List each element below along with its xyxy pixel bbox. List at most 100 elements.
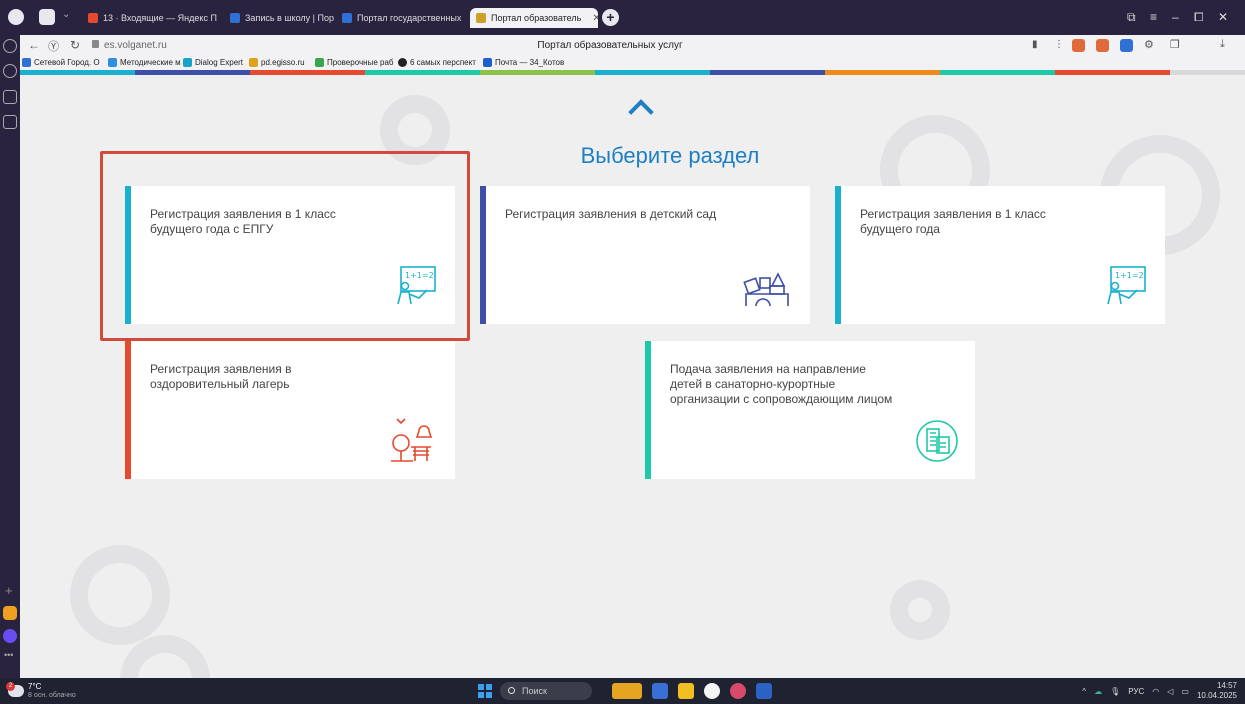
selection-highlight [100, 151, 470, 341]
bookmark-item[interactable]: Почта — 34_Котов [483, 58, 564, 67]
wifi-icon[interactable]: ◠ [1152, 687, 1159, 696]
tablet-icon[interactable] [652, 683, 668, 699]
camp-icon [391, 418, 433, 462]
cloud-icon: 2 [6, 682, 24, 697]
collections-icon[interactable]: ❐ [1170, 38, 1180, 51]
url-text[interactable]: es.volganet.ru [104, 40, 167, 51]
weather-widget[interactable]: 2 7°C 8 осн. облачно [6, 682, 76, 700]
download-icon[interactable]: ⤓ [1220, 38, 1225, 51]
lock-icon [92, 40, 99, 48]
teacher-board-icon: 1+1=2 [1107, 266, 1146, 305]
tab-edu-portal[interactable]: Портал образователь ✕ [470, 8, 598, 28]
browser-tab-bar: ⌄ 13 · Входящие — Яндекс П Запись в школ… [0, 0, 1245, 35]
card-accent [835, 186, 841, 324]
chevron-up-icon[interactable]: ^ [1082, 687, 1086, 696]
card-sanatorium[interactable]: Подача заявления на направление детей в … [645, 341, 975, 479]
target-app-icon[interactable] [730, 683, 746, 699]
new-tab-button[interactable]: + [602, 9, 619, 26]
document-building-icon [916, 420, 958, 462]
search-input[interactable]: Поиск [500, 682, 592, 700]
bookmark-icon[interactable]: ▮ [1032, 39, 1038, 50]
weather-temp: 7°C [28, 682, 42, 691]
section-heading: Выберите раздел [580, 143, 760, 168]
emblem-icon [476, 13, 486, 23]
toy-blocks-icon [743, 272, 789, 307]
back-icon[interactable]: ← [28, 38, 40, 52]
page-title: Портал образовательных услуг [537, 40, 683, 51]
extensions-icon[interactable]: ⚙ [1144, 38, 1154, 51]
screenshot-icon[interactable] [3, 115, 17, 129]
close-icon[interactable]: ✕ [592, 13, 598, 24]
bookmark-icon [315, 58, 324, 67]
windows-start-icon[interactable] [478, 684, 492, 698]
tabs-menu-icon[interactable] [39, 9, 55, 25]
card-kindergarten[interactable]: Регистрация заявления в детский сад [480, 186, 810, 324]
add-icon[interactable]: + [5, 583, 13, 598]
history-icon[interactable] [3, 39, 17, 53]
mail-app-icon[interactable] [3, 606, 17, 620]
bookmark-icon [22, 58, 31, 67]
yandex-icon[interactable]: Ⓨ [48, 38, 59, 54]
bookmark-icon [249, 58, 258, 67]
microphone-icon[interactable]: 🎙 [1110, 687, 1120, 696]
card-label: Регистрация заявления в 1 класс будущего… [860, 207, 1046, 236]
yandex-browser-icon[interactable] [704, 683, 720, 699]
notification-badge: 2 [6, 682, 15, 691]
game-app-icon[interactable] [612, 683, 642, 699]
weather-desc: 8 осн. облачно [28, 692, 76, 699]
bookmark-item[interactable]: Проверочные раб [315, 58, 393, 67]
extension-icon[interactable] [1072, 39, 1085, 52]
time: 14:57 [1216, 681, 1237, 690]
menu-icon[interactable]: ≡ [1150, 10, 1157, 24]
tab-gov-portal[interactable]: Портал государственных [336, 9, 468, 27]
cloud-sync-icon[interactable]: ☁ [1094, 687, 1102, 696]
system-tray: ^ ☁ 🎙 РУС ◠ ◁ ▭ 14:57 10.04.2025 [1082, 681, 1237, 701]
minimize-icon[interactable]: – [1172, 10, 1179, 24]
bookmark-icon [398, 58, 407, 67]
extension-icon[interactable] [1120, 39, 1133, 52]
bookmark-item[interactable]: Методические м [108, 58, 181, 67]
card-label: Регистрация заявления в оздоровительный … [150, 362, 292, 391]
chevron-up-icon[interactable] [628, 99, 654, 125]
panel-icon[interactable] [3, 90, 17, 104]
card-label: Регистрация заявления в детский сад [505, 207, 717, 221]
close-window-icon[interactable]: ✕ [1218, 10, 1228, 24]
alice-icon[interactable] [3, 629, 17, 643]
folder-icon[interactable] [678, 683, 694, 699]
extension-icon[interactable] [1096, 39, 1109, 52]
bookmark-item[interactable]: 6 самых перспект [398, 58, 476, 67]
tab-mail[interactable]: 13 · Входящие — Яндекс П [82, 9, 222, 27]
card-first-grade[interactable]: Регистрация заявления в 1 класс будущего… [835, 186, 1165, 324]
more-options-icon[interactable]: ⋮ [1054, 39, 1064, 50]
browser-logo-icon[interactable] [8, 9, 24, 25]
play-icon[interactable] [3, 64, 17, 78]
mail-icon [88, 13, 98, 23]
volume-icon[interactable]: ◁ [1167, 687, 1173, 696]
gosuslugi-icon [230, 13, 240, 23]
browser-sidebar: + ••• [0, 35, 20, 678]
more-icon[interactable]: ••• [4, 650, 13, 660]
bookmark-icon [183, 58, 192, 67]
bookmark-item[interactable]: Сетевой Город. О [22, 58, 100, 67]
language-indicator[interactable]: РУС [1128, 687, 1144, 696]
address-bar: ← Ⓨ ↻ es.volganet.ru Портал образователь… [20, 35, 1245, 56]
battery-icon[interactable]: ▭ [1181, 687, 1189, 696]
reload-icon[interactable]: ↻ [70, 38, 80, 52]
gear-icon [890, 580, 950, 640]
gosuslugi-icon [342, 13, 352, 23]
bookmark-item[interactable]: pd.egisso.ru [249, 58, 305, 67]
chevron-down-icon[interactable]: ⌄ [62, 9, 78, 25]
word-icon[interactable] [756, 683, 772, 699]
card-accent [480, 186, 486, 324]
windows-taskbar: 2 7°C 8 осн. облачно Поиск ^ ☁ 🎙 РУС ◠ ◁… [0, 678, 1245, 704]
clock[interactable]: 14:57 10.04.2025 [1197, 681, 1237, 701]
card-accent [645, 341, 651, 479]
search-icon [508, 687, 515, 694]
tab-school-enroll[interactable]: Запись в школу | Портал с [224, 9, 334, 27]
card-summer-camp[interactable]: Регистрация заявления в оздоровительный … [125, 341, 455, 479]
gear-icon [70, 545, 170, 645]
restore-icon[interactable]: ⧠ [1194, 10, 1204, 25]
date: 10.04.2025 [1196, 691, 1237, 700]
collections-icon[interactable]: ⧉ [1127, 10, 1136, 25]
bookmark-item[interactable]: Dialog Expert [183, 58, 243, 67]
